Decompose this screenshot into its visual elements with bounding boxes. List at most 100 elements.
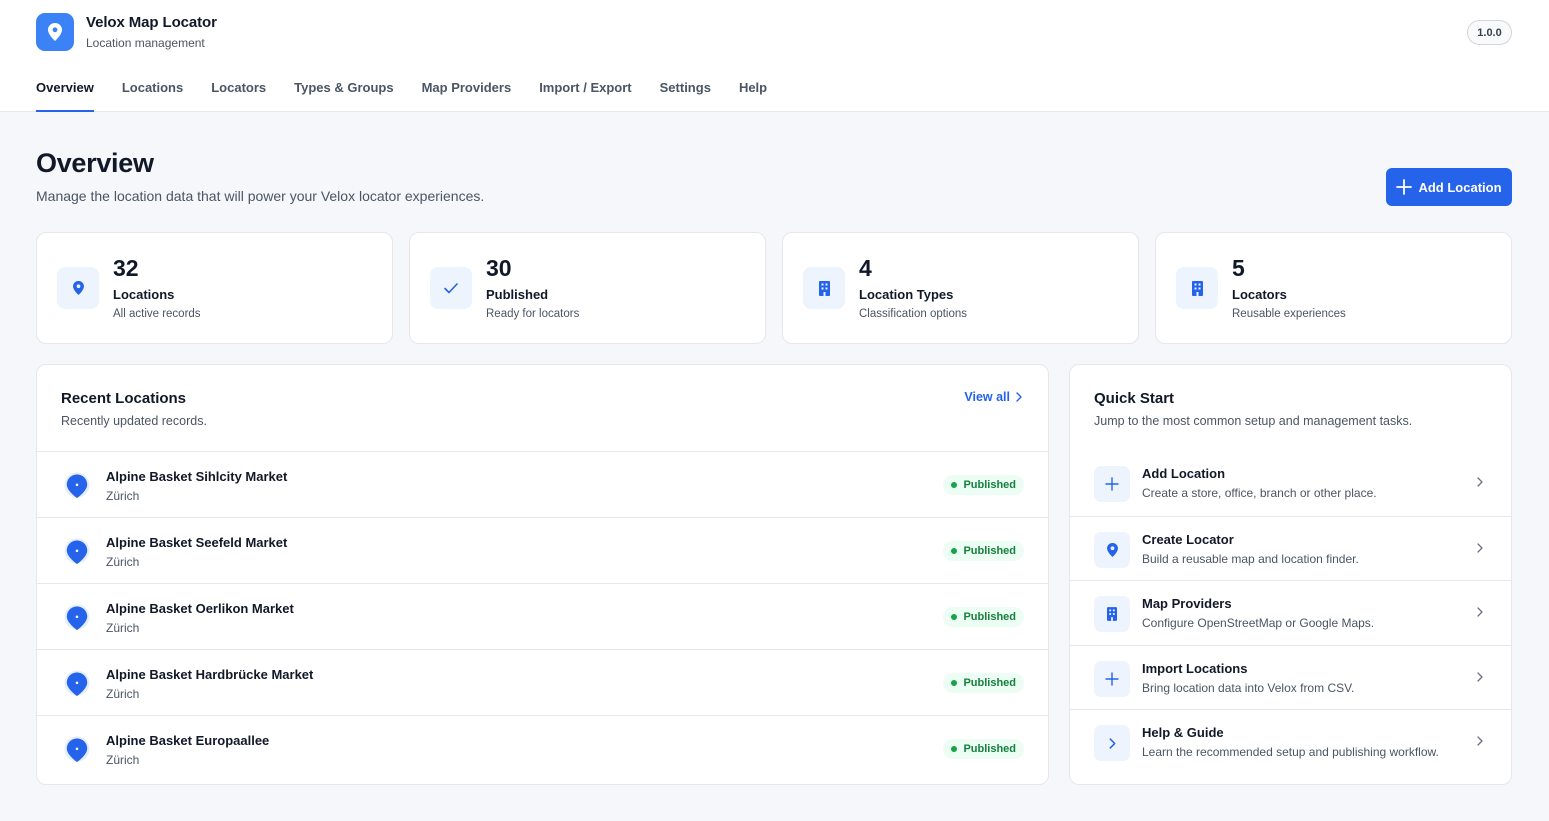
stat-icon-box xyxy=(1176,267,1218,309)
stat-card-locators: 5 Locators Reusable experiences xyxy=(1155,232,1512,344)
top-bar: Velox Map Locator Location management 1.… xyxy=(0,0,1549,112)
qs-desc: Learn the recommended setup and publishi… xyxy=(1142,745,1439,760)
chevron-right-icon xyxy=(1477,542,1483,553)
location-name: Alpine Basket Sihlcity Market xyxy=(106,469,288,484)
qs-title: Import Locations xyxy=(1142,660,1248,676)
recent-locations-panel: Recent Locations Recently updated record… xyxy=(36,364,1049,785)
plus-icon xyxy=(1396,179,1413,195)
location-city: Zürich xyxy=(106,555,140,569)
add-location-button[interactable]: Add Location xyxy=(1386,168,1512,206)
qs-title: Map Providers xyxy=(1142,596,1232,612)
stat-desc: Classification options xyxy=(859,308,968,320)
status-badge: Published xyxy=(943,541,1024,561)
location-city: Zürich xyxy=(106,489,140,503)
plus-icon xyxy=(1105,672,1119,686)
quick-start-map-providers[interactable]: Map Providers Configure OpenStreetMap or… xyxy=(1070,580,1511,645)
chevron-right-icon xyxy=(1016,392,1022,402)
location-name: Alpine Basket Hardbrücke Market xyxy=(106,667,314,682)
stat-card-published: 30 Published Ready for locators xyxy=(409,232,766,344)
tab-types-groups[interactable]: Types & Groups xyxy=(294,80,393,112)
qs-title: Help & Guide xyxy=(1142,725,1224,741)
tab-map-providers[interactable]: Map Providers xyxy=(422,80,512,112)
chevron-right-icon xyxy=(1477,607,1483,617)
plus-icon xyxy=(1105,477,1119,491)
page-subtitle: Manage the location data that will power… xyxy=(36,188,485,204)
view-all-link[interactable]: View all xyxy=(964,390,1022,404)
status-label: Published xyxy=(963,743,1016,755)
tab-settings[interactable]: Settings xyxy=(660,80,711,112)
location-city: Zürich xyxy=(106,621,140,635)
stat-card-locations: 32 Locations All active records xyxy=(36,232,393,344)
location-name: Alpine Basket Europaallee xyxy=(106,733,270,748)
chevron-right-icon xyxy=(1477,477,1483,487)
status-dot xyxy=(951,680,958,686)
location-marker-icon xyxy=(64,604,90,630)
status-badge: Published xyxy=(943,673,1024,693)
stat-icon-box xyxy=(430,267,472,309)
add-location-label: Add Location xyxy=(1418,179,1502,195)
app-subtitle: Location management xyxy=(86,36,205,50)
quick-start-add-location[interactable]: Add Location Create a store, office, bra… xyxy=(1070,451,1511,516)
quick-start-help-guide[interactable]: Help & Guide Learn the recommended setup… xyxy=(1070,709,1511,774)
quick-start-title: Quick Start xyxy=(1094,390,1175,407)
status-dot xyxy=(951,548,958,554)
list-item[interactable]: Alpine Basket Hardbrücke Market Zürich P… xyxy=(37,649,1048,715)
app-title: Velox Map Locator xyxy=(86,14,217,31)
view-all-label: View all xyxy=(964,390,1010,404)
location-name: Alpine Basket Seefeld Market xyxy=(106,535,288,550)
stat-icon-box xyxy=(57,267,99,309)
tab-locators[interactable]: Locators xyxy=(211,80,266,112)
building-icon xyxy=(818,280,830,296)
recent-locations-title: Recent Locations xyxy=(61,390,187,407)
status-badge: Published xyxy=(943,475,1024,495)
list-item[interactable]: Alpine Basket Europaallee Zürich Publish… xyxy=(37,715,1048,781)
qs-desc: Create a store, office, branch or other … xyxy=(1142,486,1377,500)
tab-help[interactable]: Help xyxy=(739,80,767,112)
status-label: Published xyxy=(963,545,1016,557)
status-dot xyxy=(951,614,958,620)
stat-label: Published xyxy=(486,287,549,302)
location-marker-icon xyxy=(64,538,90,564)
qs-desc: Configure OpenStreetMap or Google Maps. xyxy=(1142,616,1375,631)
quick-start-subtitle: Jump to the most common setup and manage… xyxy=(1094,414,1413,428)
recent-locations-subtitle: Recently updated records. xyxy=(61,414,207,428)
version-badge: 1.0.0 xyxy=(1467,20,1512,45)
list-item[interactable]: Alpine Basket Oerlikon Market Zürich Pub… xyxy=(37,583,1048,649)
building-icon xyxy=(1107,607,1117,622)
status-label: Published xyxy=(963,611,1016,623)
quick-start-panel: Quick Start Jump to the most common setu… xyxy=(1069,364,1512,785)
location-city: Zürich xyxy=(106,687,140,701)
stat-desc: Ready for locators xyxy=(486,308,580,320)
qs-icon-box xyxy=(1094,531,1130,568)
tab-locations[interactable]: Locations xyxy=(122,80,183,112)
stat-icon-box xyxy=(803,267,845,309)
list-item[interactable]: Alpine Basket Sihlcity Market Zürich Pub… xyxy=(37,451,1048,517)
status-badge: Published xyxy=(943,607,1024,627)
stat-label: Location Types xyxy=(859,287,954,302)
list-item[interactable]: Alpine Basket Seefeld Market Zürich Publ… xyxy=(37,517,1048,583)
tab-overview[interactable]: Overview xyxy=(36,80,94,112)
stat-value: 4 xyxy=(859,255,872,281)
qs-icon-box xyxy=(1094,596,1130,633)
tab-import-export[interactable]: Import / Export xyxy=(539,80,631,112)
status-dot xyxy=(951,482,958,488)
stat-label: Locations xyxy=(113,287,175,302)
quick-start-create-locator[interactable]: Create Locator Build a reusable map and … xyxy=(1070,515,1511,581)
status-dot xyxy=(951,746,958,752)
stat-desc: Reusable experiences xyxy=(1232,308,1346,320)
qs-icon-box xyxy=(1094,466,1130,502)
qs-icon-box xyxy=(1094,725,1130,762)
location-marker-icon xyxy=(64,736,90,762)
qs-desc: Build a reusable map and location finder… xyxy=(1142,551,1359,566)
building-icon xyxy=(1191,280,1203,296)
stat-value: 32 xyxy=(113,255,139,281)
app-logo xyxy=(36,13,74,51)
status-label: Published xyxy=(963,677,1016,689)
quick-start-list: Add Location Create a store, office, bra… xyxy=(1070,451,1511,774)
qs-icon-box xyxy=(1094,660,1130,697)
stat-value: 30 xyxy=(486,255,512,281)
check-icon xyxy=(444,282,458,293)
map-pin-icon xyxy=(1106,542,1118,557)
quick-start-import-locations[interactable]: Import Locations Bring location data int… xyxy=(1070,644,1511,710)
location-city: Zürich xyxy=(106,753,140,767)
